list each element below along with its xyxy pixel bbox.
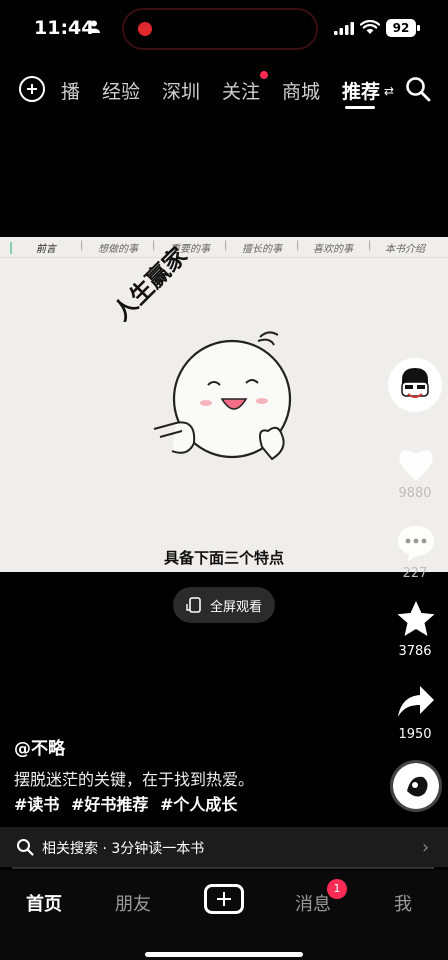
battery-icon: 92	[386, 19, 416, 37]
search-icon[interactable]	[405, 76, 431, 102]
heart-icon[interactable]	[396, 444, 436, 482]
tab-home[interactable]: 首页	[26, 890, 62, 916]
dynamic-island	[122, 8, 318, 50]
share-count: 1950	[398, 727, 432, 742]
cartoon-character	[153, 331, 292, 461]
chapter-item[interactable]: 擅长的事	[242, 240, 282, 255]
home-indicator	[145, 952, 303, 957]
chevron-right-icon: ›	[422, 837, 430, 858]
creator-username[interactable]: @不略	[14, 734, 65, 759]
favorite-count: 3786	[398, 644, 432, 659]
following-notification-dot	[260, 71, 268, 79]
battery-nub	[417, 25, 420, 31]
like-count: 9880	[398, 486, 432, 501]
search-icon	[17, 839, 34, 856]
related-search-separator: ·	[102, 841, 107, 857]
bottom-tab-bar: 首页 朋友 消息 1 我	[0, 870, 448, 960]
share-arrow-icon[interactable]	[396, 684, 436, 720]
tab-me[interactable]: 我	[394, 890, 412, 916]
comment-icon[interactable]	[396, 524, 436, 562]
switch-arrows-icon[interactable]: ⇄	[384, 84, 394, 98]
active-tab-indicator	[345, 106, 375, 109]
chapter-item[interactable]: 本书介绍	[385, 240, 425, 255]
fullscreen-button[interactable]: 全屏观看	[173, 587, 275, 623]
comment-count: 227	[402, 566, 428, 581]
music-disc[interactable]	[390, 760, 442, 812]
hashtag[interactable]: #好书推荐	[71, 795, 148, 814]
status-bar: 11:44 92	[0, 0, 448, 56]
related-search-bar[interactable]: 相关搜索 · 3分钟读一本书 ›	[0, 827, 448, 867]
hashtag[interactable]: #读书	[14, 795, 59, 814]
messages-badge: 1	[327, 879, 347, 899]
chapter-item[interactable]: 前言	[36, 240, 56, 255]
post-description: 摆脱迷茫的关键，在于找到热爱。	[14, 770, 255, 789]
fullscreen-label: 全屏观看	[210, 600, 263, 615]
tab-bo[interactable]: 播	[61, 77, 80, 104]
chapter-divider: |	[296, 240, 300, 251]
tab-messages[interactable]: 消息	[295, 890, 331, 916]
add-circle-icon[interactable]	[19, 76, 45, 102]
music-cover-icon	[393, 763, 439, 809]
video-progress-bar[interactable]	[12, 867, 434, 869]
chapter-divider: |	[152, 240, 156, 251]
rotate-screen-icon	[186, 597, 201, 613]
chapter-divider-line	[0, 257, 448, 258]
create-post-button[interactable]	[204, 884, 244, 914]
creator-avatar[interactable]	[388, 358, 442, 412]
chapter-item[interactable]: 喜欢的事	[313, 240, 353, 255]
video-player[interactable]: 前言 | 想做的事 | 重要的事 | 擅长的事 | 喜欢的事 | 本书介绍 人生…	[0, 237, 448, 572]
hashtag-list: #读书 #好书推荐 #个人成长	[14, 791, 243, 815]
tab-recommended[interactable]: 推荐	[342, 77, 380, 104]
hashtag[interactable]: #个人成长	[160, 795, 237, 814]
recording-dot-icon	[138, 22, 152, 36]
chapter-item[interactable]: 想做的事	[98, 240, 138, 255]
video-caption: 具备下面三个特点	[163, 549, 284, 567]
chapter-divider: |	[224, 240, 228, 251]
wifi-icon	[360, 20, 380, 34]
tab-friends[interactable]: 朋友	[115, 890, 151, 916]
chapter-marker	[10, 242, 12, 254]
chapter-divider: |	[80, 240, 84, 251]
tab-shenzhen[interactable]: 深圳	[162, 77, 200, 104]
person-icon	[88, 20, 100, 33]
top-nav: 播 经验 深圳 关注 商城 推荐	[0, 66, 448, 110]
tab-following[interactable]: 关注	[222, 77, 260, 104]
related-search-text: 相关搜索 · 3分钟读一本书	[42, 838, 204, 858]
avatar-face-icon	[401, 368, 429, 398]
tab-mall[interactable]: 商城	[282, 77, 320, 104]
related-search-query: 3分钟读一本书	[111, 841, 205, 857]
chapter-divider: |	[368, 240, 372, 251]
chapter-bar: 前言 | 想做的事 | 重要的事 | 擅长的事 | 喜欢的事 | 本书介绍	[0, 237, 448, 257]
clock: 11:44	[34, 17, 95, 39]
related-search-label: 相关搜索	[42, 841, 98, 857]
cellular-signal-icon	[334, 22, 354, 35]
star-icon[interactable]	[396, 600, 436, 638]
tab-experience[interactable]: 经验	[102, 77, 140, 104]
